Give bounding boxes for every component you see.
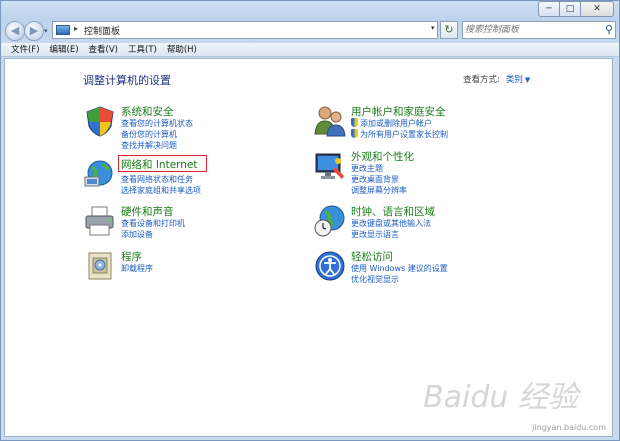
- link-screen-resolution[interactable]: 调整屏幕分辨率: [351, 185, 407, 196]
- link-parental-controls[interactable]: 为所有用户设置家长控制: [351, 129, 448, 140]
- link-add-remove-accounts-label: 添加或删除用户帐户: [360, 119, 432, 128]
- programs-icon[interactable]: [83, 249, 117, 283]
- view-by: 查看方式: 类别 ▼: [463, 73, 530, 85]
- users-icon[interactable]: [313, 104, 347, 138]
- maximize-button[interactable]: □: [559, 1, 581, 17]
- link-add-device[interactable]: 添加设备: [121, 229, 153, 240]
- menu-tools[interactable]: 工具(T): [123, 43, 162, 56]
- baidu-watermark-logo: Baidu 经验: [423, 380, 578, 415]
- link-change-keyboard-input[interactable]: 更改键盘或其他输入法: [351, 218, 431, 229]
- link-change-theme[interactable]: 更改主题: [351, 163, 383, 174]
- view-by-dropdown[interactable]: 类别: [506, 75, 523, 85]
- control-panel-icon: [56, 25, 70, 35]
- accessibility-icon[interactable]: [313, 249, 347, 283]
- link-parental-controls-label: 为所有用户设置家长控制: [360, 130, 448, 139]
- link-troubleshoot[interactable]: 查找并解决问题: [121, 140, 177, 151]
- uac-shield-icon: [351, 129, 358, 138]
- globe-clock-icon[interactable]: [313, 204, 347, 238]
- link-uninstall-program[interactable]: 卸载程序: [121, 263, 153, 274]
- close-button[interactable]: ✕: [580, 1, 614, 17]
- link-check-computer-status[interactable]: 查看您的计算机状态: [121, 118, 193, 129]
- link-add-remove-accounts[interactable]: 添加或删除用户帐户: [351, 118, 432, 129]
- printer-icon[interactable]: [83, 204, 117, 238]
- link-windows-recommended-settings[interactable]: 使用 Windows 建议的设置: [351, 263, 448, 274]
- control-panel-content: 调整计算机的设置 查看方式: 类别 ▼ 系统和安全 查看您的计算机状态 备份您的计算…: [4, 58, 613, 437]
- category-title-programs[interactable]: 程序: [121, 249, 142, 264]
- category-title-hardware-sound[interactable]: 硬件和声音: [121, 204, 174, 219]
- category-title-system-security[interactable]: 系统和安全: [121, 104, 174, 119]
- link-network-status[interactable]: 查看网络状态和任务: [121, 174, 193, 185]
- category-title-clock-language-region[interactable]: 时钟、语言和区域: [351, 204, 435, 219]
- link-homegroup-sharing[interactable]: 选择家庭组和共享选项: [121, 185, 201, 196]
- link-devices-printers[interactable]: 查看设备和打印机: [121, 218, 185, 229]
- recent-pages-dropdown[interactable]: ▾: [44, 27, 48, 35]
- view-by-label: 查看方式:: [463, 75, 500, 85]
- breadcrumb-arrow-icon[interactable]: ▸: [74, 24, 78, 33]
- search-icon[interactable]: ⚲: [605, 23, 613, 36]
- menu-view[interactable]: 查看(V): [84, 43, 123, 56]
- window-frame: ─ □ ✕ ◀ ▶ ▾ ▸ 控制面板 ▾ ↻ ⚲ 文件(F) 编辑(E) 查看(…: [0, 0, 620, 441]
- monitor-icon[interactable]: [313, 149, 347, 183]
- menu-bar: 文件(F) 编辑(E) 查看(V) 工具(T) 帮助(H): [0, 43, 620, 57]
- minimize-button[interactable]: ─: [538, 1, 560, 17]
- category-title-appearance[interactable]: 外观和个性化: [351, 149, 414, 164]
- network-icon[interactable]: [83, 157, 117, 191]
- back-button[interactable]: ◀: [5, 21, 25, 41]
- address-history-dropdown[interactable]: ▾: [431, 24, 435, 32]
- link-optimize-visual-display[interactable]: 优化视觉显示: [351, 274, 399, 285]
- highlight-box: [118, 155, 207, 172]
- link-change-display-language[interactable]: 更改显示语言: [351, 229, 399, 240]
- menu-file[interactable]: 文件(F): [6, 43, 45, 56]
- category-title-user-accounts[interactable]: 用户帐户和家庭安全: [351, 104, 446, 119]
- search-box[interactable]: ⚲: [462, 21, 616, 39]
- search-input[interactable]: [465, 23, 597, 37]
- address-bar[interactable]: ▸ 控制面板: [52, 21, 438, 39]
- window-controls: ─ □ ✕: [538, 1, 614, 17]
- link-desktop-background[interactable]: 更改桌面背景: [351, 174, 399, 185]
- page-title: 调整计算机的设置: [83, 74, 171, 87]
- link-backup-computer[interactable]: 备份您的计算机: [121, 129, 177, 140]
- chevron-down-icon[interactable]: ▼: [525, 76, 530, 84]
- refresh-button[interactable]: ↻: [440, 21, 458, 39]
- forward-button[interactable]: ▶: [24, 21, 44, 41]
- category-title-ease-of-access[interactable]: 轻松访问: [351, 249, 393, 264]
- menu-help[interactable]: 帮助(H): [162, 43, 202, 56]
- breadcrumb-control-panel[interactable]: 控制面板: [84, 24, 120, 37]
- shield-icon[interactable]: [83, 104, 117, 138]
- baidu-watermark-url: jingyan.baidu.com: [532, 423, 606, 432]
- uac-shield-icon: [351, 118, 358, 127]
- navigation-bar: ◀ ▶ ▾ ▸ 控制面板 ▾ ↻ ⚲: [0, 19, 620, 43]
- menu-edit[interactable]: 编辑(E): [45, 43, 84, 56]
